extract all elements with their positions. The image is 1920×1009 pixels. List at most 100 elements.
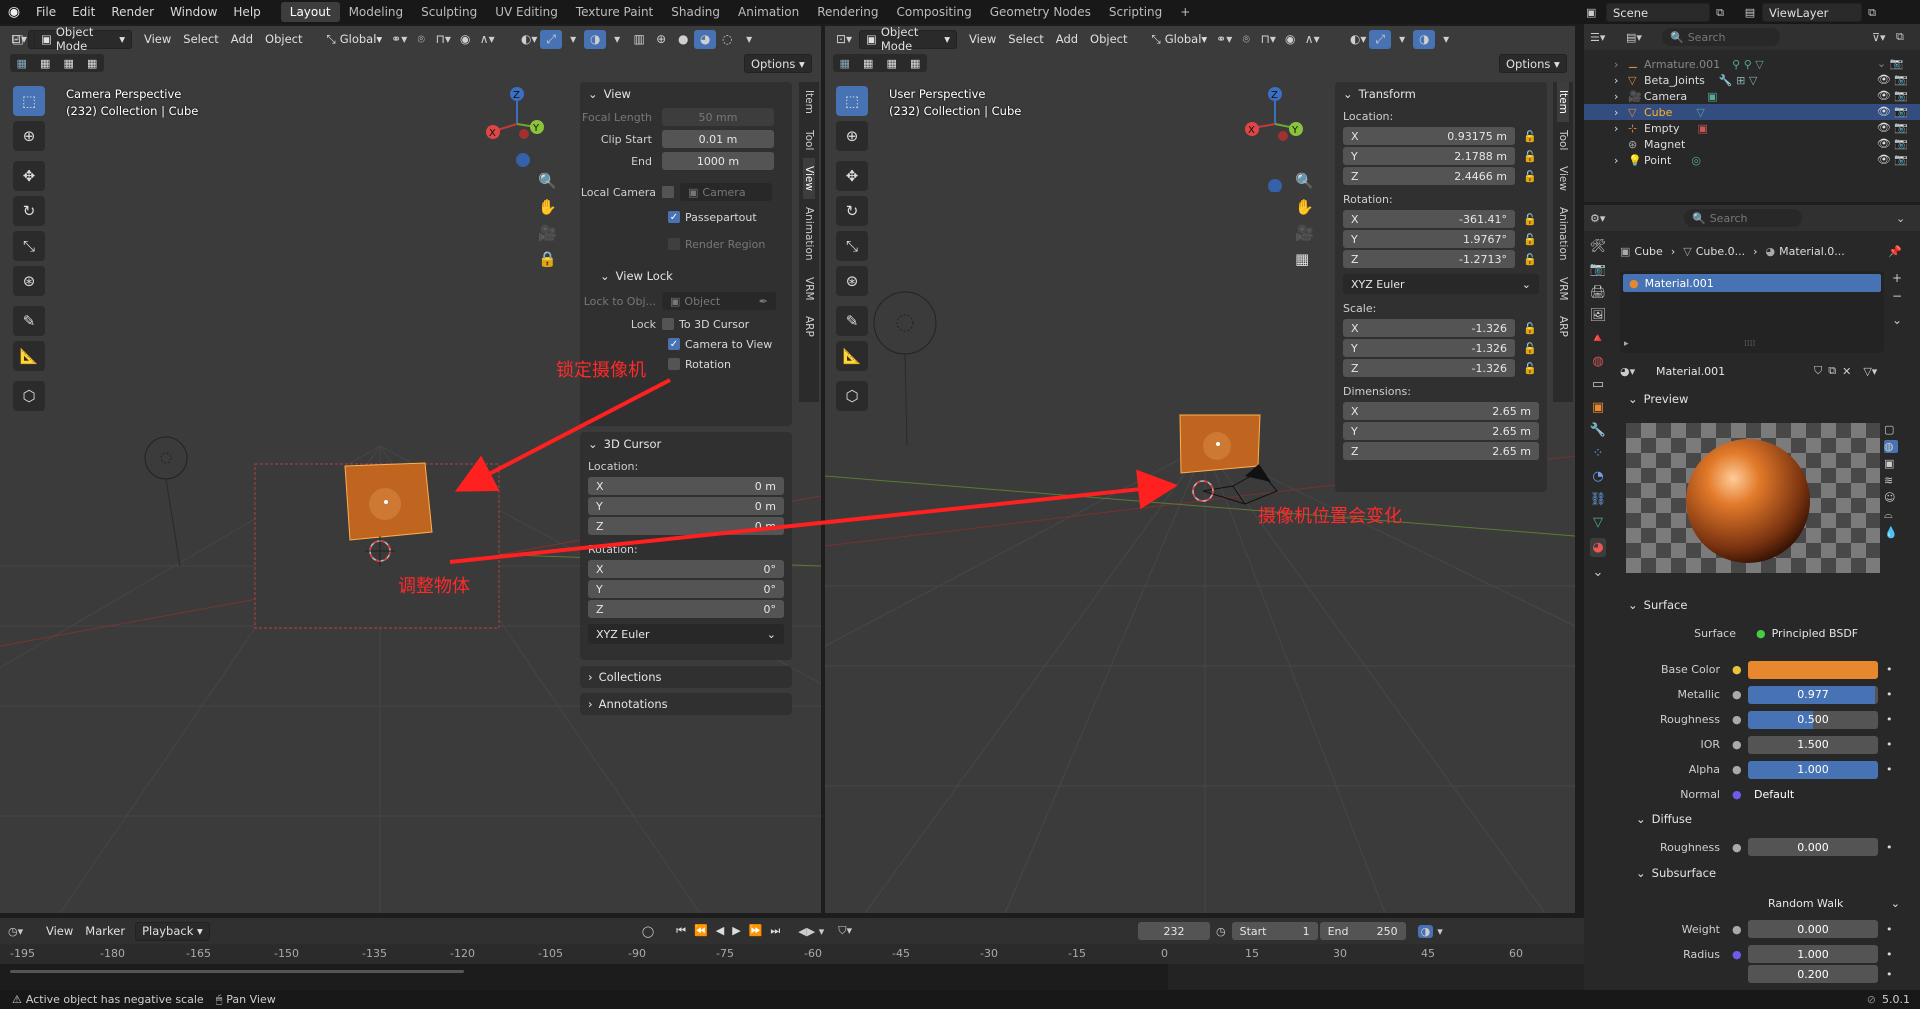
preview-panel-header[interactable]: ⌄ Preview [1620, 387, 1910, 411]
surface-shader-field[interactable]: ● Principled BSDF [1748, 624, 1894, 642]
current-frame-field[interactable]: 232 [1138, 922, 1210, 940]
clock-icon[interactable]: ◷ [1216, 925, 1226, 938]
timeline-menu-view[interactable]: View [40, 922, 79, 941]
preview-cloth-icon[interactable]: ⌓ [1884, 508, 1898, 522]
unlink-material-icon[interactable]: ✕ [1842, 365, 1851, 378]
outliner-item-empty[interactable]: › ⊹ Empty ▣ [1584, 120, 1920, 136]
outliner-item-point[interactable]: › 💡 Point ◎ [1584, 152, 1920, 168]
play-icon[interactable]: ▶ [732, 924, 740, 938]
keyframe-dot-icon[interactable]: • [1886, 763, 1893, 776]
keyframe-nav-icons[interactable]: ◀▶ ▾ [798, 925, 824, 938]
scene-selector[interactable]: Scene [1606, 3, 1710, 22]
breadcrumb-mesh[interactable]: Cube.0... [1696, 245, 1745, 258]
eye-icon[interactable]: 👁 📷 [1877, 120, 1908, 136]
start-frame-field[interactable]: Start 1 [1231, 922, 1318, 940]
keyframe-dot-icon[interactable]: • [1886, 738, 1893, 751]
eye-icon[interactable]: 👁 📷 [1877, 104, 1908, 120]
list-resize-handle-icon[interactable]: ⁞⁞⁞⁞ [1744, 339, 1755, 349]
fake-user-icon[interactable]: ⛉ [1814, 364, 1822, 378]
view-layer-selector[interactable]: ViewLayer [1762, 3, 1862, 22]
timeline-menu-marker[interactable]: Marker [79, 922, 131, 941]
timeline-scrollbar[interactable] [10, 970, 464, 973]
object-tab-icon[interactable]: ▣ [1592, 400, 1604, 415]
slot-menu-icon[interactable]: ⌄ [1892, 313, 1902, 327]
prev-keyframe-icon[interactable]: ⏪ [694, 924, 708, 938]
chevron-right-icon[interactable]: › [1614, 90, 1628, 103]
diffuse-subpanel-header[interactable]: ⌄ Diffuse [1628, 807, 1908, 831]
keyframe-dot-icon[interactable]: • [1886, 968, 1893, 981]
playback-dropdown[interactable]: Playback ▾ [135, 921, 210, 941]
outliner-item-camera[interactable]: › 🎥 Camera ▣ [1584, 88, 1920, 104]
properties-editor-icon[interactable]: ⚙▾ [1590, 212, 1620, 225]
filter-mode-icon[interactable]: ▤▾ [1626, 31, 1662, 44]
end-frame-field[interactable]: End 250 [1319, 922, 1406, 940]
diffuse-roughness-field[interactable]: 0.000 [1748, 838, 1878, 856]
timeline-overlay-dropdown-icon[interactable]: ▾ [1437, 925, 1443, 938]
surface-panel-header[interactable]: ⌄ Surface [1620, 593, 1910, 617]
radius-y-field[interactable]: 0.200 [1748, 965, 1878, 983]
jump-end-icon[interactable]: ⏭ [770, 924, 780, 938]
physics-tab-icon[interactable]: ◔ [1592, 469, 1603, 484]
constraint-tab-icon[interactable]: ⛓ [1590, 492, 1607, 507]
outliner-item-armature[interactable]: › ⚊ Armature.001 ⚲ ⚲ ▽ [1584, 56, 1920, 72]
keyframe-dot-icon[interactable]: • [1886, 688, 1893, 701]
outliner-item-magnet[interactable]: ⊛ Magnet [1584, 136, 1920, 152]
timeline-editor-icon[interactable]: ◷▾ [8, 925, 40, 938]
outliner-item-beta-joints[interactable]: › ▽ Beta_Joints 🔧 ⊞ ▽ [1584, 72, 1920, 88]
world-tab-icon[interactable]: ◍ [1592, 354, 1603, 369]
tool-tab-icon[interactable]: 🛠 [1590, 239, 1607, 254]
keyframe-dot-icon[interactable]: • [1886, 948, 1893, 961]
play-reverse-icon[interactable]: ◀ [716, 924, 724, 938]
filter-icon[interactable]: ⊽▾ [1872, 31, 1896, 44]
keyframe-dot-icon[interactable]: • [1886, 841, 1893, 854]
preview-sphere-icon[interactable]: ◍ [1884, 440, 1898, 453]
particles-tab-icon[interactable]: ⁘ [1593, 446, 1604, 461]
collection-tab-icon[interactable]: ▭ [1592, 377, 1604, 392]
new-collection-icon[interactable]: ⧉ [1896, 30, 1920, 44]
eye-icon[interactable]: 👁 📷 [1877, 88, 1908, 104]
subsurface-subpanel-header[interactable]: ⌄ Subsurface [1628, 861, 1908, 885]
breadcrumb-material[interactable]: Material.0... [1779, 245, 1845, 258]
texture-tab-icon[interactable]: ⌄ [1593, 565, 1604, 580]
subsurface-method-dropdown[interactable]: Random Walk ⌄ [1760, 894, 1908, 912]
material-name-field[interactable]: Material.001 [1648, 362, 1808, 380]
chevron-right-icon[interactable]: › [1614, 154, 1628, 167]
new-scene-icon[interactable]: ⧉ [1710, 6, 1730, 20]
material-slot-item[interactable]: ● Material.001 [1623, 274, 1881, 292]
render-tab-icon[interactable]: 📷 [1590, 262, 1606, 277]
breadcrumb-object[interactable]: Cube [1634, 245, 1662, 258]
normal-field[interactable]: Default [1748, 785, 1878, 804]
weight-field[interactable]: 0.000 [1748, 920, 1878, 938]
material-browse-icon[interactable]: ◕▾ [1620, 365, 1648, 378]
properties-options-icon[interactable]: ⌄ [1896, 212, 1920, 225]
remove-slot-icon[interactable]: − [1892, 289, 1902, 303]
radius-x-field[interactable]: 1.000 [1748, 945, 1878, 963]
eye-icon[interactable]: 👁 📷 [1877, 72, 1908, 88]
duplicate-material-icon[interactable]: ⧉ [1828, 364, 1836, 378]
chevron-right-icon[interactable]: › [1614, 122, 1628, 135]
preview-flat-icon[interactable]: ▢ [1884, 423, 1898, 436]
view-layer-tab-icon[interactable]: 🖼 [1590, 308, 1607, 323]
new-view-layer-icon[interactable]: ⧉ [1862, 6, 1882, 20]
record-icon[interactable]: ◯ [642, 925, 654, 938]
data-tab-icon[interactable]: ▽ [1593, 515, 1603, 530]
keyframe-dot-icon[interactable]: • [1886, 923, 1893, 936]
roughness-slider[interactable]: 0.500 [1748, 710, 1878, 729]
preview-cube-icon[interactable]: ▣ [1884, 457, 1898, 470]
scene-tab-icon[interactable]: 🔺 [1590, 331, 1606, 346]
outliner-item-cube[interactable]: › ▽ Cube ▽ [1584, 104, 1920, 120]
scene-icon[interactable]: ▣ [1586, 6, 1606, 19]
alpha-slider[interactable]: 1.000 [1748, 760, 1878, 779]
pin-icon[interactable]: 📌 [1888, 245, 1902, 258]
link-mode-icon[interactable]: ▽▾ [1863, 365, 1877, 378]
outliner-editor-icon[interactable]: ☰▾ [1590, 31, 1626, 44]
view-layer-icon[interactable]: ▤ [1738, 6, 1762, 19]
chevron-right-icon[interactable]: › [1614, 58, 1628, 71]
outliner-search[interactable]: 🔍 Search [1662, 28, 1780, 46]
base-color-swatch[interactable] [1748, 660, 1878, 679]
chevron-right-icon[interactable]: › [1614, 106, 1628, 119]
properties-search[interactable]: 🔍 Search [1684, 209, 1802, 227]
preview-fluid-icon[interactable]: 💧 [1884, 526, 1898, 539]
expand-list-icon[interactable]: ▸ [1624, 339, 1629, 349]
timeline-overlay-icon[interactable]: ◑ [1417, 924, 1434, 938]
